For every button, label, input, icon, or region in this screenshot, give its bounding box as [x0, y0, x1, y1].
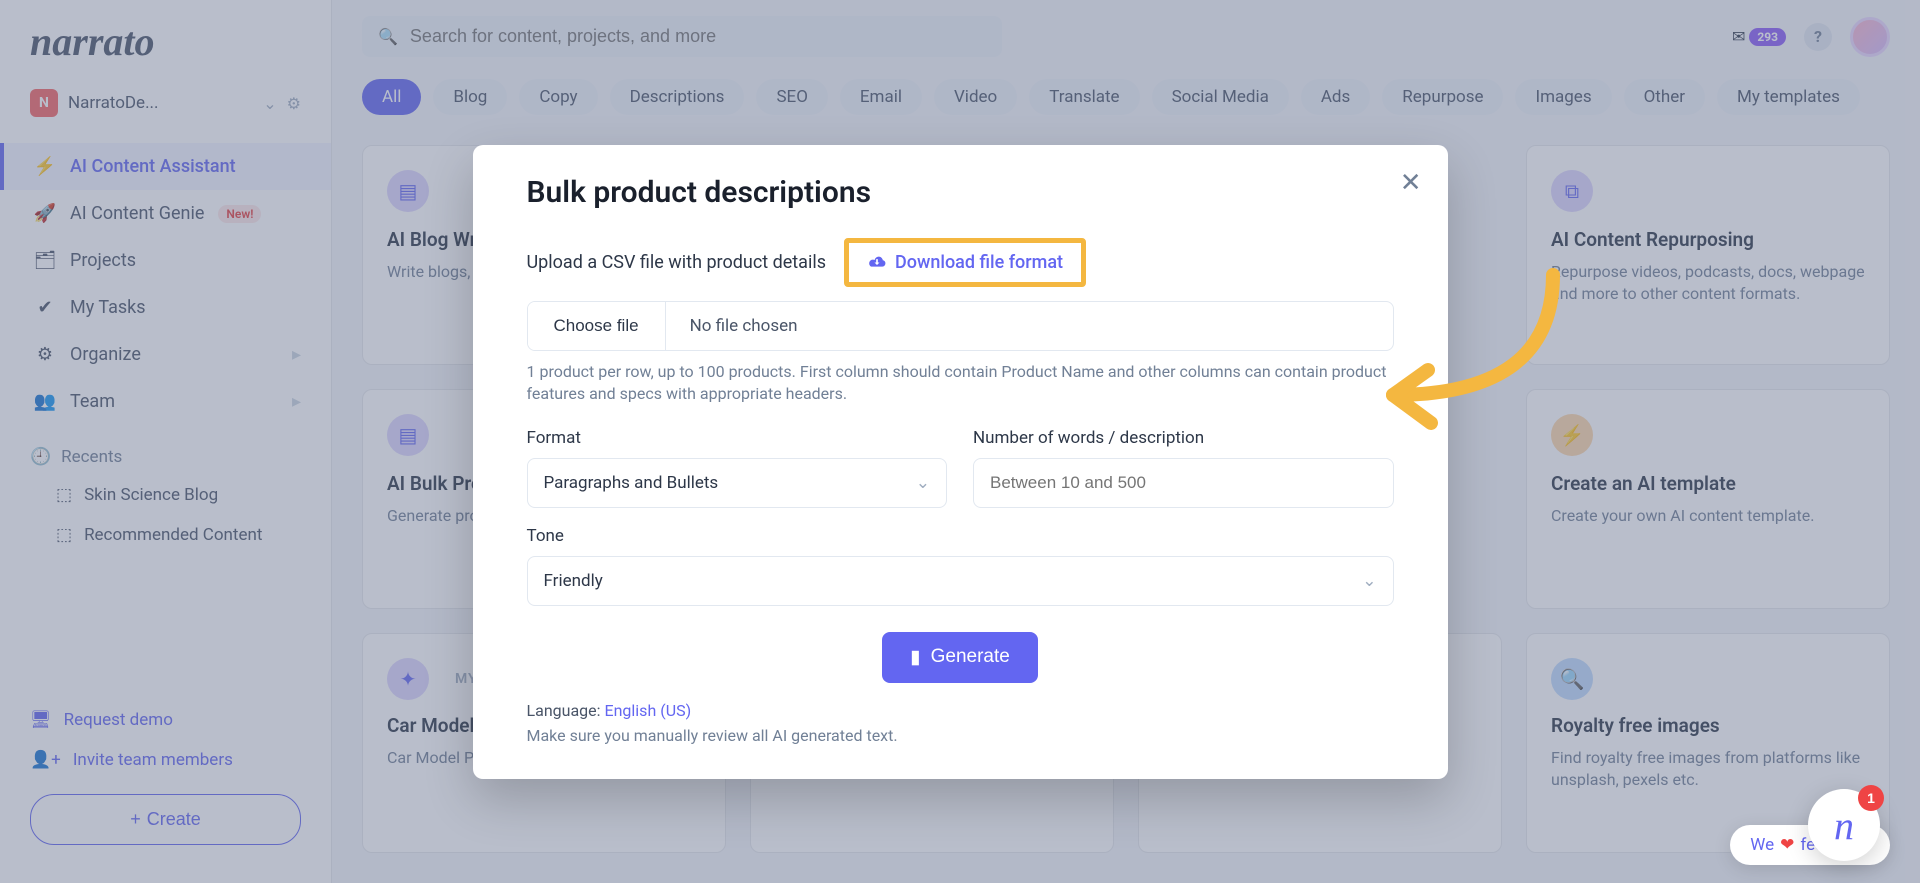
upload-row: Upload a CSV file with product details D…	[527, 238, 1394, 287]
format-select[interactable]: Paragraphs and Bullets ⌄	[527, 458, 948, 508]
words-field: Number of words / description	[973, 428, 1394, 508]
generate-button[interactable]: ▮ Generate	[882, 632, 1038, 683]
modal-title: Bulk product descriptions	[527, 175, 1394, 210]
download-format-link[interactable]: Download file format	[857, 245, 1073, 280]
language-row: Language: English (US)	[527, 701, 1394, 720]
file-status: No file chosen	[666, 302, 822, 350]
chat-glyph: n	[1834, 802, 1854, 849]
close-icon: ✕	[1400, 167, 1422, 197]
download-link-text: Download file format	[895, 252, 1063, 273]
notification-badge: 1	[1858, 785, 1884, 811]
cloud-download-icon	[867, 251, 887, 274]
helper-text: 1 product per row, up to 100 products. F…	[527, 361, 1394, 406]
modal-overlay: ✕ Bulk product descriptions Upload a CSV…	[0, 0, 1920, 883]
format-field: Format Paragraphs and Bullets ⌄	[527, 428, 948, 508]
generate-label: Generate	[931, 646, 1010, 668]
highlight-annotation: Download file format	[844, 238, 1086, 287]
words-label: Number of words / description	[973, 428, 1394, 448]
chat-bubble[interactable]: n 1	[1808, 789, 1880, 861]
file-icon: ▮	[910, 646, 920, 669]
chevron-down-icon: ⌄	[1362, 571, 1376, 591]
chevron-down-icon: ⌄	[916, 473, 930, 493]
heart-icon: ❤	[1780, 835, 1794, 855]
bulk-product-modal: ✕ Bulk product descriptions Upload a CSV…	[473, 145, 1448, 779]
tone-select[interactable]: Friendly ⌄	[527, 556, 1394, 606]
tone-value: Friendly	[544, 571, 603, 591]
upload-label: Upload a CSV file with product details	[527, 252, 827, 273]
words-input[interactable]	[973, 458, 1394, 508]
tone-field: Tone Friendly ⌄	[527, 526, 1394, 606]
choose-file-button[interactable]: Choose file	[528, 302, 666, 350]
close-button[interactable]: ✕	[1400, 167, 1422, 198]
format-value: Paragraphs and Bullets	[544, 473, 719, 493]
review-note: Make sure you manually review all AI gen…	[527, 726, 1394, 745]
file-chooser: Choose file No file chosen	[527, 301, 1394, 351]
language-link[interactable]: English (US)	[604, 701, 691, 720]
tone-label: Tone	[527, 526, 1394, 546]
format-label: Format	[527, 428, 948, 448]
